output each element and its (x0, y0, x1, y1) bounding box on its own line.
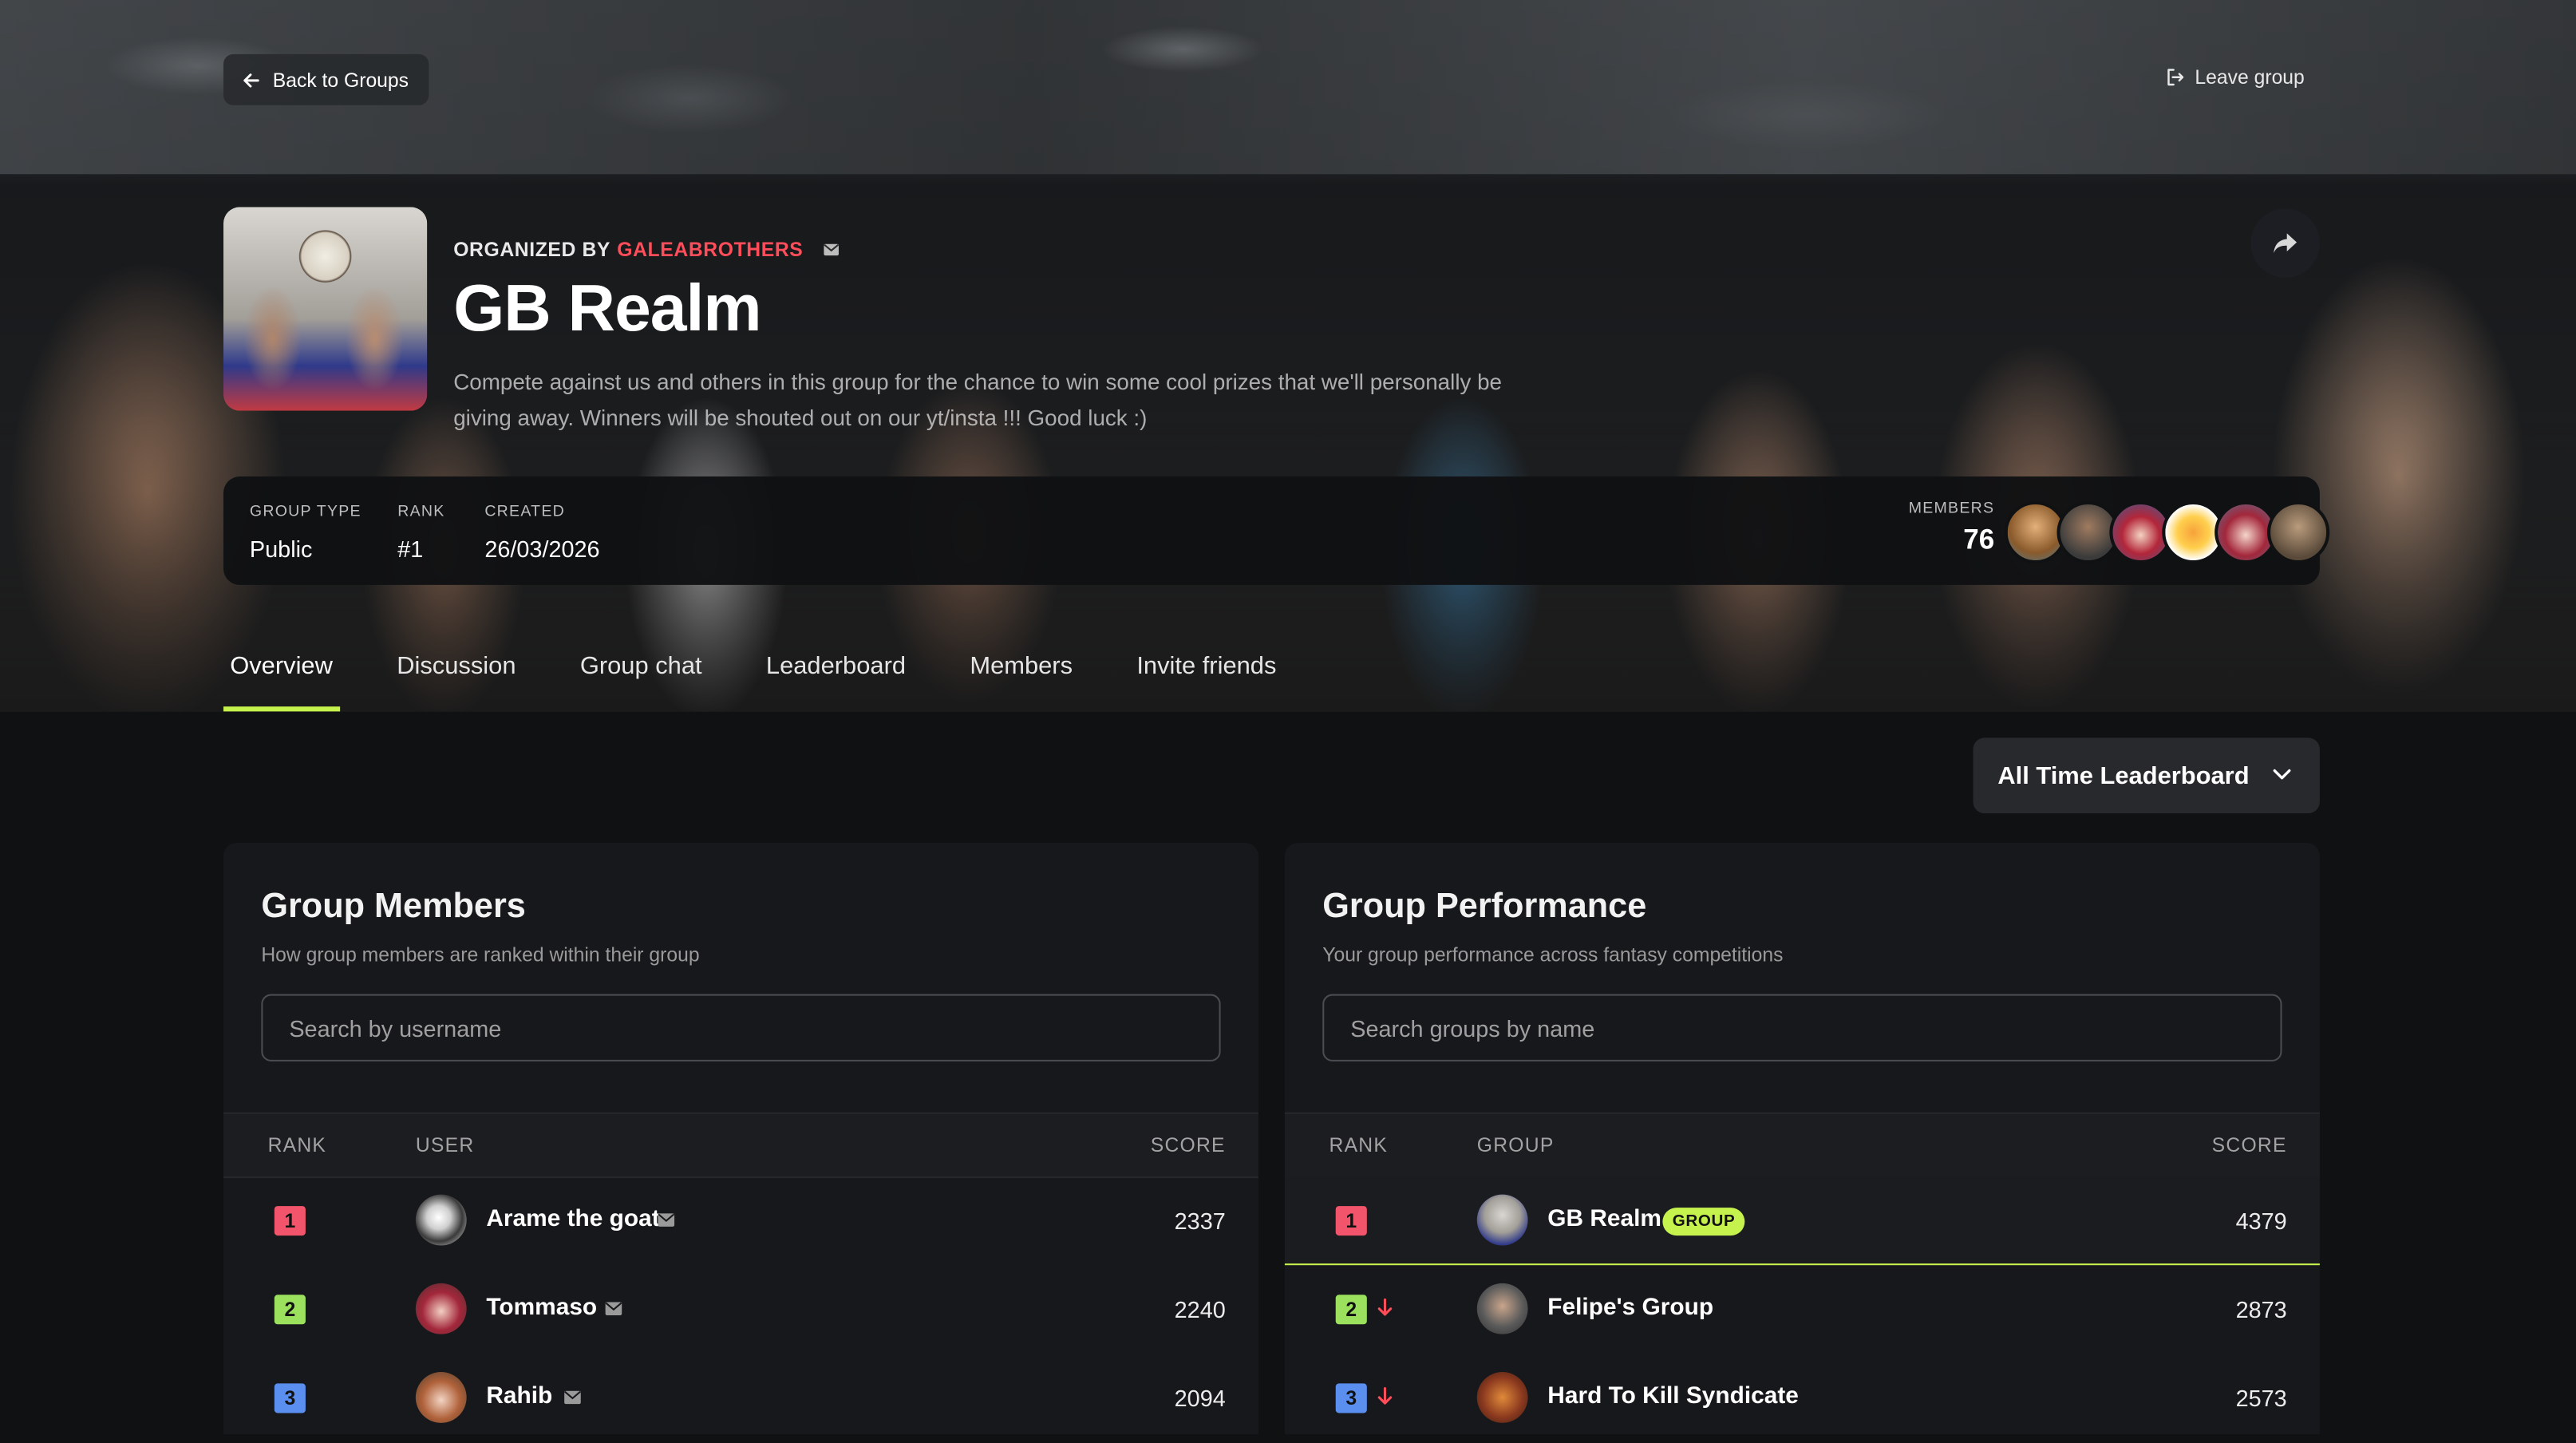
leave-group-button[interactable]: Leave group (2165, 65, 2305, 89)
score-column-header: SCORE (1150, 1133, 1226, 1157)
exit-icon (2167, 69, 2184, 86)
mail-icon[interactable] (605, 1301, 623, 1316)
group-column-header: GROUP (1476, 1133, 1555, 1157)
group-type-value: Public (249, 536, 313, 563)
created-info: CREATED 26/03/2026 (484, 503, 599, 562)
group-members-title: Group Members (261, 887, 526, 926)
group-type-info: GROUP TYPE Public (250, 503, 362, 562)
user-score: 2337 (1174, 1208, 1226, 1235)
group-cover-image (223, 207, 428, 411)
avatar[interactable] (2267, 500, 2330, 564)
rank-column-header: RANK (267, 1133, 327, 1157)
rank-badge: 2 (274, 1295, 306, 1325)
user-name[interactable]: Arame the goat (486, 1206, 659, 1232)
group-members-subtitle: How group members are ranked within thei… (261, 943, 700, 967)
user-name[interactable]: Rahib (486, 1383, 552, 1409)
score-column-header: SCORE (2211, 1133, 2287, 1157)
arrow-down-icon (1377, 1298, 1393, 1316)
tab-overview[interactable]: Overview (223, 638, 339, 712)
mail-icon[interactable] (657, 1212, 675, 1228)
tab-members[interactable]: Members (963, 638, 1079, 712)
group-rank-label: RANK (397, 502, 445, 521)
organizer-link[interactable]: GALEABROTHERS (617, 239, 803, 262)
members-value: 76 (1963, 524, 1995, 555)
members-count: MEMBERS 76 (1909, 500, 1995, 557)
user-column-header: USER (415, 1133, 475, 1157)
table-row[interactable]: 3 Rahib 2094 (223, 1354, 1258, 1442)
rank-badge: 2 (1335, 1295, 1367, 1325)
leave-group-label: Leave group (2195, 65, 2305, 89)
organizer-line: ORGANIZED BY GALEABROTHERS (453, 238, 840, 262)
group-tabs: Overview Discussion Group chat Leaderboa… (223, 638, 1333, 712)
group-type-label: GROUP TYPE (249, 502, 362, 521)
group-rank-value: #1 (397, 536, 424, 563)
group-performance-panel: Group Performance Your group performance… (1284, 843, 2320, 1435)
tab-discussion[interactable]: Discussion (390, 638, 523, 712)
chevron-down-icon (2273, 769, 2291, 780)
group-performance-title: Group Performance (1322, 887, 1647, 926)
group-score: 4379 (2235, 1208, 2287, 1235)
rank-badge: 1 (274, 1206, 306, 1236)
members-label: MEMBERS (1908, 499, 1995, 518)
table-row[interactable]: 2 Tommaso 2240 (223, 1265, 1258, 1354)
user-name[interactable]: Tommaso (486, 1295, 597, 1321)
avatar (415, 1372, 467, 1423)
performance-table-header: RANK GROUP SCORE (1284, 1112, 2320, 1179)
leaderboard-period-value: All Time Leaderboard (1997, 761, 2250, 790)
created-value: 26/03/2026 (484, 536, 600, 563)
group-title: GB Realm (453, 272, 761, 346)
group-name[interactable]: GB Realm (1547, 1206, 1661, 1232)
group-score: 2573 (2235, 1385, 2287, 1412)
group-performance-subtitle: Your group performance across fantasy co… (1322, 943, 1784, 967)
back-to-groups-button[interactable]: Back to Groups (223, 53, 429, 105)
group-name[interactable]: Hard To Kill Syndicate (1547, 1383, 1799, 1409)
avatar (1476, 1372, 1528, 1423)
tab-leaderboard[interactable]: Leaderboard (760, 638, 913, 712)
mail-icon[interactable] (563, 1390, 582, 1405)
user-score: 2240 (1174, 1296, 1226, 1323)
arrow-down-icon (1377, 1387, 1393, 1405)
organizer-prefix: ORGANIZED BY (453, 238, 611, 262)
search-groups-input[interactable] (1322, 994, 2282, 1061)
mail-icon[interactable] (823, 243, 840, 256)
table-row[interactable]: 1 GB Realm GROUP 4379 (1284, 1176, 2320, 1266)
tab-invite-friends[interactable]: Invite friends (1130, 638, 1283, 712)
members-table-header: RANK USER SCORE (223, 1112, 1258, 1179)
share-arrow-icon (2274, 233, 2297, 254)
group-name[interactable]: Felipe's Group (1547, 1295, 1713, 1321)
table-row[interactable]: 1 Arame the goat 2337 (223, 1176, 1258, 1265)
back-to-groups-label: Back to Groups (272, 68, 409, 92)
table-row[interactable]: 2 Felipe's Group 2873 (1285, 1265, 2320, 1354)
group-rank-info: RANK #1 (397, 503, 444, 562)
user-score: 2094 (1174, 1385, 1226, 1412)
rank-column-header: RANK (1329, 1133, 1389, 1157)
avatar (415, 1194, 467, 1246)
share-button[interactable] (2250, 208, 2320, 278)
avatar (1476, 1194, 1528, 1246)
search-username-input[interactable] (261, 994, 1221, 1061)
group-info-bar: GROUP TYPE Public RANK #1 CREATED 26/03/… (223, 476, 2330, 585)
rank-badge: 3 (274, 1383, 306, 1413)
rank-badge: 3 (1335, 1383, 1367, 1413)
rank-badge: 1 (1335, 1206, 1367, 1236)
member-avatars[interactable] (2004, 500, 2330, 564)
group-badge: GROUP (1662, 1208, 1745, 1236)
leaderboard-period-select[interactable]: All Time Leaderboard (1973, 737, 2320, 814)
group-score: 2873 (2235, 1296, 2287, 1323)
arrow-left-icon (243, 73, 259, 87)
table-row[interactable]: 3 Hard To Kill Syndicate 2573 (1285, 1354, 2320, 1442)
created-label: CREATED (484, 502, 565, 521)
group-members-panel: Group Members How group members are rank… (223, 843, 1258, 1435)
tab-group-chat[interactable]: Group chat (574, 638, 709, 712)
avatar (415, 1283, 467, 1334)
avatar (1476, 1283, 1528, 1334)
group-description: Compete against us and others in this gr… (453, 370, 1503, 431)
